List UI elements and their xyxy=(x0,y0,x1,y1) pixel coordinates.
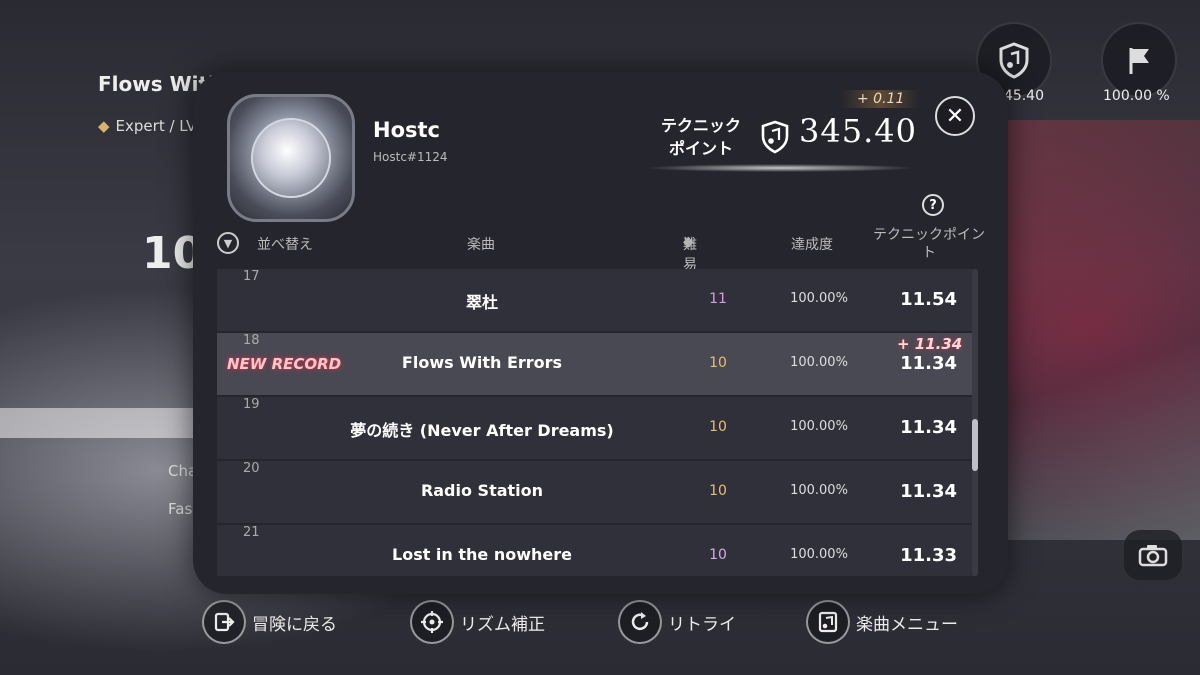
technic-point-panel: Hostc Hostc#1124 + 0.11 テクニック ポイント 345.4… xyxy=(193,72,1008,594)
return-to-adventure-button[interactable]: 冒険に戻る xyxy=(202,600,337,644)
user-id: Hostc#1124 xyxy=(373,150,448,164)
achievement-header: 達成度 xyxy=(791,237,833,253)
row-song-title: Flows With Errors xyxy=(401,353,563,372)
row-rank: 19 xyxy=(243,397,260,412)
username: Hostc xyxy=(373,118,440,142)
row-rank: 21 xyxy=(243,525,260,540)
flag-icon xyxy=(1129,48,1149,74)
retry-button[interactable]: リトライ xyxy=(618,600,736,644)
row-rank: 17 xyxy=(243,269,260,284)
table-row[interactable]: 19 夢の続き (Never After Dreams) 10 100.00% … xyxy=(217,397,977,461)
screenshot-button[interactable] xyxy=(1124,530,1182,580)
sort-header[interactable]: 並べ替え xyxy=(257,234,313,254)
row-achievement: 100.00% xyxy=(790,547,848,562)
row-level: 10 xyxy=(709,547,727,563)
shield-music-icon xyxy=(761,120,789,154)
row-achievement: 100.00% xyxy=(790,483,848,498)
avatar-emblem xyxy=(251,118,331,198)
music-menu-button[interactable]: 楽曲メニュー xyxy=(806,600,958,644)
row-song-title: 夢の続き (Never After Dreams) xyxy=(350,421,614,440)
shield-music-icon xyxy=(999,42,1029,79)
avatar xyxy=(227,94,355,222)
achievement-stat-value: 100.00 % xyxy=(1103,88,1170,104)
scrollbar-thumb[interactable] xyxy=(972,419,978,471)
row-technic-point: 11.34 xyxy=(900,417,957,438)
row-achievement: 100.00% xyxy=(790,291,848,306)
table-header: ▼ 並べ替え 楽曲 ◆難易度 達成度 テクニックポイント xyxy=(193,226,1008,293)
technic-point-label: テクニック ポイント xyxy=(660,116,741,158)
row-technic-point: 11.34 xyxy=(900,353,957,374)
row-rank: 20 xyxy=(243,461,260,476)
row-level: 10 xyxy=(709,419,727,435)
diamond-icon: ◆ xyxy=(98,117,110,135)
table-row[interactable]: 20 Radio Station 10 100.00% 11.34 xyxy=(217,461,977,525)
technic-point-value: 345.40 xyxy=(799,112,917,150)
help-button[interactable]: ? xyxy=(922,194,944,216)
row-achievement: 100.00% xyxy=(790,419,848,434)
row-song-title: Radio Station xyxy=(420,481,544,500)
camera-icon xyxy=(1138,545,1168,567)
row-technic-point: 11.33 xyxy=(900,545,957,566)
music-menu-icon xyxy=(806,600,850,644)
help-icon: ? xyxy=(929,197,937,213)
close-button[interactable]: ✕ xyxy=(935,96,975,136)
background-text-partial: Fas xyxy=(168,500,193,518)
row-level: 11 xyxy=(709,291,727,307)
technic-point-glow xyxy=(645,164,915,172)
exit-icon xyxy=(202,600,246,644)
technic-point-header: テクニックポイント xyxy=(873,227,985,261)
background-difficulty: ◆ Expert / LV xyxy=(98,117,197,135)
table-row[interactable]: 18 NEW RECORD Flows With Errors 10 100.0… xyxy=(217,333,977,397)
row-level: 10 xyxy=(709,483,727,499)
table-row[interactable]: 17 翠杜 11 100.00% 11.54 xyxy=(217,269,977,333)
row-song-title: 翠杜 xyxy=(465,293,498,312)
row-level: 10 xyxy=(709,355,727,371)
row-technic-point-delta: + 11.34 xyxy=(897,335,963,353)
sort-toggle-icon[interactable]: ▼ xyxy=(217,232,239,254)
achievement-stat-badge xyxy=(1101,22,1177,98)
crosshair-icon xyxy=(410,600,454,644)
row-technic-point: 11.34 xyxy=(900,481,957,502)
song-list[interactable]: 17 翠杜 11 100.00% 11.54 18 NEW RECORD Flo… xyxy=(217,269,977,576)
technic-point-delta: + 0.11 xyxy=(841,90,921,108)
row-song-title: Lost in the nowhere xyxy=(392,545,572,564)
close-icon: ✕ xyxy=(945,103,965,129)
table-row[interactable]: 21 Lost in the nowhere 10 100.00% 11.33 xyxy=(217,525,977,576)
song-header: 楽曲 xyxy=(467,237,495,253)
row-rank: 18 xyxy=(243,333,260,348)
rhythm-calibration-button[interactable]: リズム補正 xyxy=(410,600,545,644)
row-technic-point: 11.54 xyxy=(900,289,957,310)
retry-icon xyxy=(618,600,662,644)
row-achievement: 100.00% xyxy=(790,355,848,370)
